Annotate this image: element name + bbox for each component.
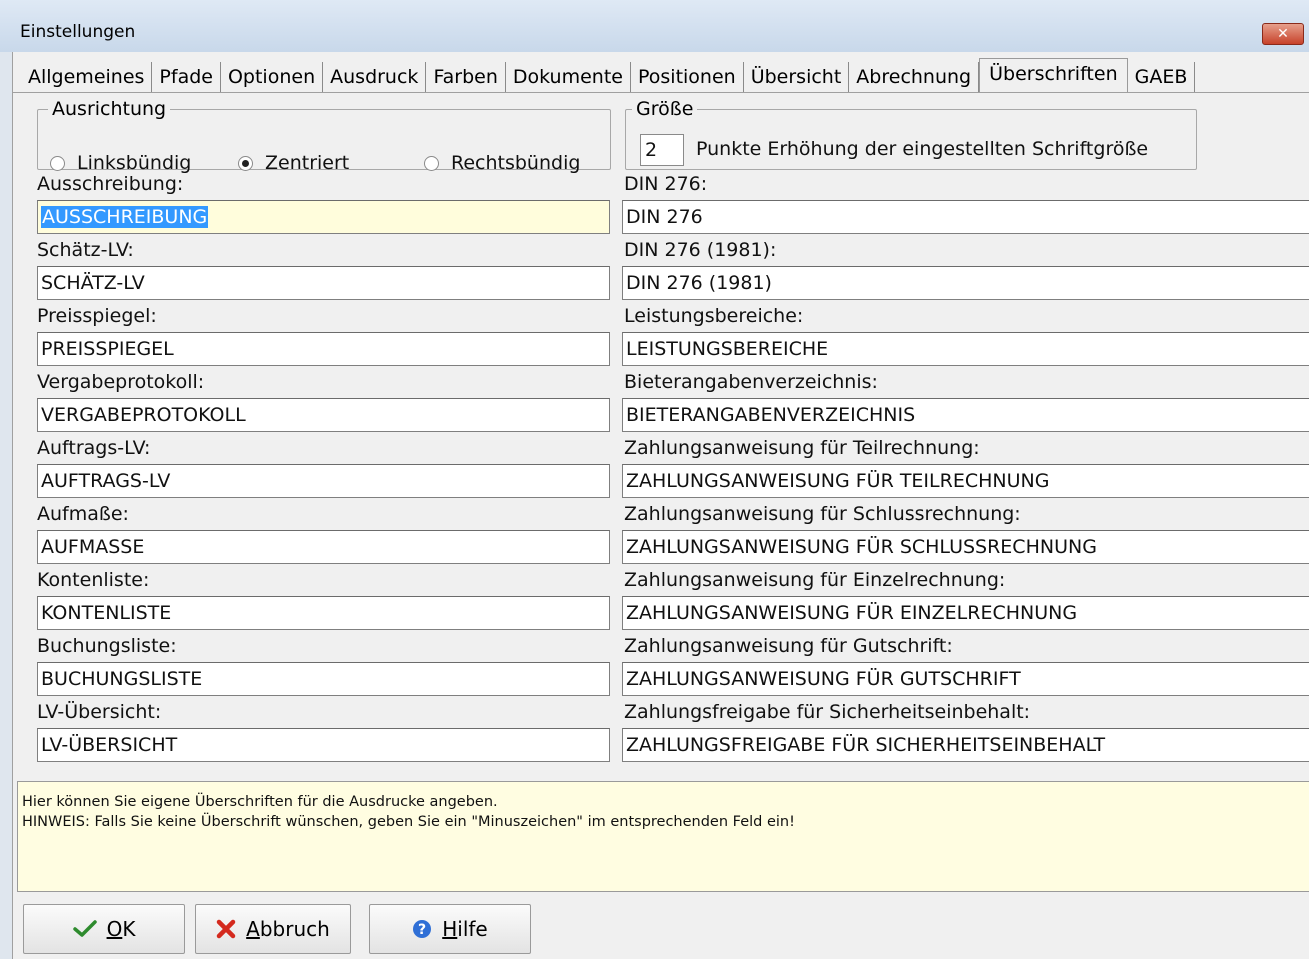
- field-value: ZAHLUNGSANWEISUNG FÜR SCHLUSSRECHNUNG: [626, 536, 1097, 558]
- window-title: Einstellungen: [20, 22, 136, 42]
- left_fields-input-7[interactable]: BUCHUNGSLISTE: [37, 662, 610, 696]
- size-legend: Größe: [636, 98, 694, 120]
- tab-4[interactable]: Farben: [426, 62, 506, 92]
- x-icon: [216, 919, 236, 939]
- left_fields-input-0[interactable]: AUSSCHREIBUNG: [37, 200, 610, 234]
- left_fields-input-5[interactable]: AUFMASSE: [37, 530, 610, 564]
- left_fields-label-5: Aufmaße:: [37, 503, 129, 525]
- tab-1[interactable]: Pfade: [152, 62, 221, 92]
- field-value: SCHÄTZ-LV: [41, 272, 145, 294]
- field-value: ZAHLUNGSANWEISUNG FÜR EINZELRECHNUNG: [626, 602, 1078, 624]
- help-icon: ?: [412, 919, 432, 939]
- left_fields-label-1: Schätz-LV:: [37, 239, 134, 261]
- ok-button[interactable]: OK: [23, 904, 185, 954]
- field-value: BUCHUNGSLISTE: [41, 668, 203, 690]
- left_fields-label-8: LV-Übersicht:: [37, 701, 162, 723]
- tab-8[interactable]: Abrechnung: [849, 62, 980, 92]
- cancel-label: Abbruch: [246, 917, 330, 941]
- svg-text:?: ?: [418, 922, 426, 938]
- tab-0[interactable]: Allgemeines: [21, 62, 153, 92]
- left_fields-input-1[interactable]: SCHÄTZ-LV: [37, 266, 610, 300]
- title-bar: Einstellungen ✕: [0, 0, 1309, 52]
- right_fields-label-1: DIN 276 (1981):: [624, 239, 777, 261]
- dialog-client: Allgemeines Pfade Optionen Ausdruck Farben Do…: [12, 52, 1309, 959]
- right_fields-label-0: DIN 276:: [624, 173, 708, 195]
- field-value: ZAHLUNGSANWEISUNG FÜR TEILRECHNUNG: [626, 470, 1050, 492]
- close-icon: ✕: [1277, 26, 1289, 42]
- close-button[interactable]: ✕: [1262, 23, 1304, 45]
- right_fields-label-8: Zahlungsfreigabe für Sicherheitseinbehal…: [624, 701, 1031, 723]
- left_fields-input-4[interactable]: AUFTRAGS-LV: [37, 464, 610, 498]
- left_fields-label-0: Ausschreibung:: [37, 173, 184, 195]
- right_fields-input-5[interactable]: ZAHLUNGSANWEISUNG FÜR SCHLUSSRECHNUNG: [622, 530, 1309, 564]
- check-icon: [72, 920, 97, 938]
- help-label: Hilfe: [442, 917, 488, 941]
- size-description: Punkte Erhöhung der eingestellten Schrif…: [696, 138, 1149, 160]
- right_fields-input-8[interactable]: ZAHLUNGSFREIGABE FÜR SICHERHEITSEINBEHAL…: [622, 728, 1309, 762]
- left_fields-input-6[interactable]: KONTENLISTE: [37, 596, 610, 630]
- right_fields-label-4: Zahlungsanweisung für Teilrechnung:: [624, 437, 980, 459]
- tab-10[interactable]: GAEB: [1127, 62, 1196, 92]
- radio-label: Rechtsbündig: [451, 152, 581, 174]
- radio-rechtsbuendig[interactable]: Rechtsbündig: [424, 152, 580, 174]
- field-value: DIN 276 (1981): [626, 272, 772, 294]
- left_fields-input-3[interactable]: VERGABEPROTOKOLL: [37, 398, 610, 432]
- alignment-legend: Ausrichtung: [52, 98, 167, 120]
- right_fields-input-6[interactable]: ZAHLUNGSANWEISUNG FÜR EINZELRECHNUNG: [622, 596, 1309, 630]
- radio-circle-icon: [424, 155, 439, 171]
- radio-linksbuendig[interactable]: Linksbündig: [50, 152, 191, 174]
- right_fields-input-2[interactable]: LEISTUNGSBEREICHE: [622, 332, 1309, 366]
- radio-checked-icon: [238, 155, 253, 171]
- radio-zentriert[interactable]: Zentriert: [238, 152, 349, 174]
- left_fields-input-2[interactable]: PREISSPIEGEL: [37, 332, 610, 366]
- size-group: Größe 2 Punkte Erhöhung der eingestellte…: [625, 98, 1197, 170]
- tab-6[interactable]: Positionen: [630, 62, 744, 92]
- right_fields-input-4[interactable]: ZAHLUNGSANWEISUNG FÜR TEILRECHNUNG: [622, 464, 1309, 498]
- field-value: AUFMASSE: [41, 536, 145, 558]
- tab-3[interactable]: Ausdruck: [323, 62, 427, 92]
- tab-9[interactable]: Überschriften: [979, 58, 1128, 93]
- tab-7[interactable]: Übersicht: [743, 62, 850, 92]
- size-input[interactable]: 2: [640, 134, 684, 166]
- alignment-group: Ausrichtung Linksbündig Zentriert Rechts…: [37, 98, 611, 174]
- field-value: LEISTUNGSBEREICHE: [626, 338, 829, 360]
- field-value: AUFTRAGS-LV: [41, 470, 171, 492]
- field-value: ZAHLUNGSANWEISUNG FÜR GUTSCHRIFT: [626, 668, 1021, 690]
- tab-2[interactable]: Optionen: [220, 62, 324, 92]
- right_fields-input-3[interactable]: BIETERANGABENVERZEICHNIS: [622, 398, 1309, 432]
- right_fields-label-7: Zahlungsanweisung für Gutschrift:: [624, 635, 953, 657]
- hint-line-1: Hier können Sie eigene Überschriften für…: [22, 794, 498, 810]
- right_fields-label-2: Leistungsbereiche:: [624, 305, 804, 327]
- field-value: PREISSPIEGEL: [41, 338, 174, 360]
- cancel-button[interactable]: Abbruch: [195, 904, 351, 954]
- right_fields-label-5: Zahlungsanweisung für Schlussrechnung:: [624, 503, 1021, 525]
- right_fields-input-7[interactable]: ZAHLUNGSANWEISUNG FÜR GUTSCHRIFT: [622, 662, 1309, 696]
- hint-panel: Hier können Sie eigene Überschriften für…: [17, 781, 1309, 892]
- radio-label: Linksbündig: [77, 152, 192, 174]
- left_fields-label-4: Auftrags-LV:: [37, 437, 151, 459]
- field-value: ZAHLUNGSFREIGABE FÜR SICHERHEITSEINBEHAL…: [626, 734, 1106, 756]
- left_fields-label-3: Vergabeprotokoll:: [37, 371, 205, 393]
- left_fields-label-6: Kontenliste:: [37, 569, 150, 591]
- tab-5[interactable]: Dokumente: [505, 62, 631, 92]
- hint-line-2: HINWEIS: Falls Sie keine Überschrift wün…: [22, 814, 795, 830]
- right_fields-label-6: Zahlungsanweisung für Einzelrechnung:: [624, 569, 1006, 591]
- left_fields-label-2: Preisspiegel:: [37, 305, 157, 327]
- left_fields-input-8[interactable]: LV-ÜBERSICHT: [37, 728, 610, 762]
- right_fields-input-1[interactable]: DIN 276 (1981): [622, 266, 1309, 300]
- right_fields-input-0[interactable]: DIN 276: [622, 200, 1309, 234]
- field-value: BIETERANGABENVERZEICHNIS: [626, 404, 916, 426]
- help-button[interactable]: ? Hilfe: [369, 904, 531, 954]
- left_fields-label-7: Buchungsliste:: [37, 635, 177, 657]
- ok-label: OK: [106, 917, 136, 941]
- radio-circle-icon: [50, 155, 65, 171]
- radio-label: Zentriert: [265, 152, 350, 174]
- field-value: AUSSCHREIBUNG: [41, 206, 209, 228]
- right_fields-label-3: Bieterangabenverzeichnis:: [624, 371, 878, 393]
- field-value: VERGABEPROTOKOLL: [41, 404, 246, 426]
- field-value: KONTENLISTE: [41, 602, 172, 624]
- tab-bar: Allgemeines Pfade Optionen Ausdruck Farben Do…: [21, 56, 1196, 93]
- field-value: DIN 276: [626, 206, 703, 228]
- field-value: LV-ÜBERSICHT: [41, 734, 178, 756]
